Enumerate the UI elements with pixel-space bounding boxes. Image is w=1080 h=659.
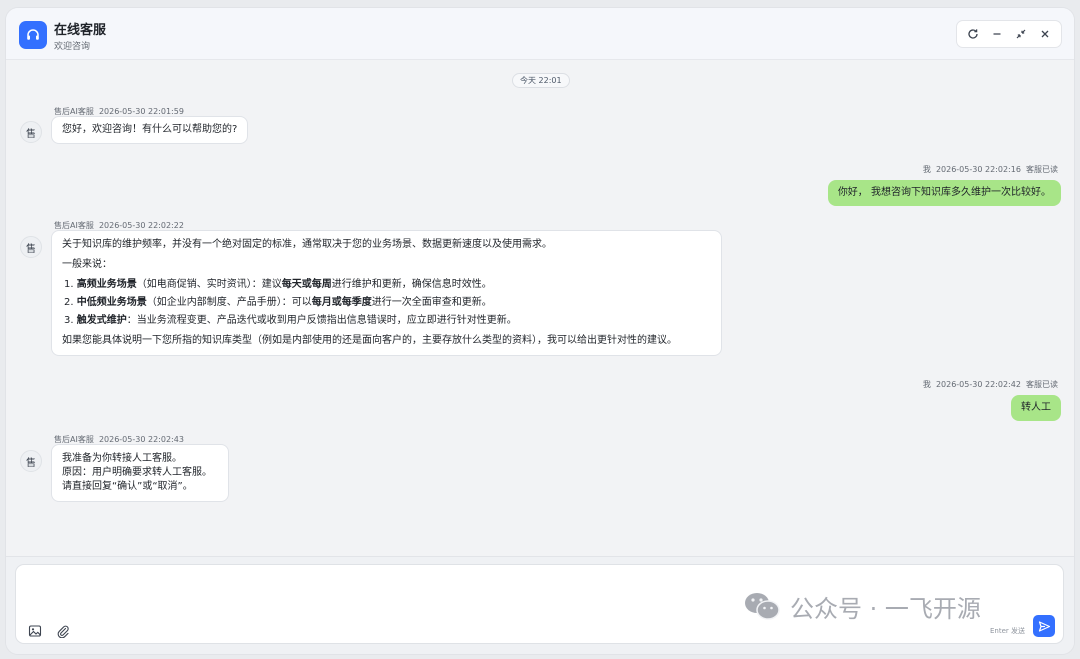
image-upload-button[interactable] <box>28 624 44 640</box>
message-time: 2026-05-30 22:02:16 <box>935 165 1021 174</box>
message-text: 一般来说： <box>62 259 112 270</box>
message-time: 2026-05-30 22:01:59 <box>98 107 184 116</box>
paperclip-icon <box>57 625 69 639</box>
send-icon <box>1038 620 1050 632</box>
incoming-message-bubble: 我准备为你转接人工客服。 原因：用户明确要求转人工客服。 请直接回复“确认”或“… <box>51 444 229 502</box>
outgoing-message-bubble: 转人工 <box>1011 395 1061 421</box>
sender-name: 售后AI客服 <box>54 221 94 230</box>
message-text: 原因：用户明确要求转人工客服。 <box>62 467 212 478</box>
read-status: 客服已读 <box>1026 165 1058 174</box>
message-time: 2026-05-30 22:02:43 <box>98 435 184 444</box>
list-item: 3. 触发式维护：当业务流程变更、产品迭代或收到用户反馈指出信息错误时，应立即进… <box>64 315 517 326</box>
message-text: 请直接回复“确认”或“取消”。 <box>62 481 193 492</box>
time-divider: 今天 22:01 <box>512 73 570 88</box>
sender-name: 售后AI客服 <box>54 435 94 444</box>
list-item: 1. 高频业务场景（如电商促销、实时资讯）：建议每天或每周进行维护和更新，确保信… <box>64 279 492 290</box>
window-header: 在线客服 欢迎咨询 <box>6 8 1074 60</box>
message-text: 你好， 我想咨询下知识库多久维护一次比较好。 <box>837 187 1051 198</box>
minus-icon <box>993 33 1001 35</box>
incoming-message-bubble: 您好，欢迎咨询！有什么可以帮助您的? <box>51 116 249 144</box>
close-icon <box>1041 30 1049 38</box>
chat-window: 在线客服 欢迎咨询 今天 22:01 售后AI客服 2026-05-30 22:… <box>6 8 1074 654</box>
avatar: 售 <box>20 236 42 258</box>
list-item: 2. 中低频业务场景（如企业内部制度、产品手册）：可以每月或每季度进行一次全面审… <box>64 297 492 308</box>
sender-name: 我 <box>922 165 931 174</box>
image-icon <box>28 625 42 637</box>
message-time: 2026-05-30 22:02:22 <box>98 221 184 230</box>
message-text: 如果您能具体说明一下您所指的知识库类型（例如是内部使用的还是面向客户的，主要存放… <box>62 335 677 346</box>
message-text: 您好，欢迎咨询！有什么可以帮助您的? <box>62 124 238 135</box>
page-title: 在线客服 <box>54 23 107 38</box>
incoming-message-bubble: 关于知识库的维护频率，并没有一个绝对固定的标准，通常取决于您的业务场景、数据更新… <box>51 230 722 356</box>
sender-name: 售后AI客服 <box>54 107 94 116</box>
refresh-button[interactable] <box>963 24 983 44</box>
wechat-icon <box>745 593 780 620</box>
message-text: 关于知识库的维护频率，并没有一个绝对固定的标准，通常取决于您的业务场景、数据更新… <box>62 239 552 250</box>
page-subtitle: 欢迎咨询 <box>54 42 91 52</box>
avatar: 售 <box>20 450 42 472</box>
minimize-button[interactable] <box>987 24 1007 44</box>
outgoing-message-bubble: 你好， 我想咨询下知识库多久维护一次比较好。 <box>827 180 1061 206</box>
message-meta: 我 2026-05-30 22:02:16 客服已读 <box>923 164 1058 175</box>
collapse-icon <box>1016 29 1026 39</box>
send-hint: Enter 发送 <box>989 627 1025 635</box>
headset-icon <box>19 21 47 49</box>
refresh-icon <box>968 29 978 39</box>
attach-file-button[interactable] <box>56 624 72 640</box>
sender-name: 我 <box>922 380 931 389</box>
watermark: 公众号 · 一飞开源 <box>742 588 981 624</box>
send-button[interactable] <box>1033 615 1055 637</box>
message-time: 2026-05-30 22:02:42 <box>935 380 1021 389</box>
avatar: 售 <box>20 121 42 143</box>
close-button[interactable] <box>1035 24 1055 44</box>
message-text: 转人工 <box>1021 402 1051 413</box>
window-controls <box>956 20 1062 48</box>
message-meta: 我 2026-05-30 22:02:42 客服已读 <box>923 379 1058 390</box>
watermark-text: 公众号 · 一飞开源 <box>790 594 981 623</box>
collapse-button[interactable] <box>1011 24 1031 44</box>
read-status: 客服已读 <box>1026 380 1058 389</box>
message-text: 我准备为你转接人工客服。 <box>62 453 182 464</box>
suggestion-list: 1. 高频业务场景（如电商促销、实时资讯）：建议每天或每周进行维护和更新，确保信… <box>64 278 711 328</box>
message-list[interactable]: 今天 22:01 售后AI客服 2026-05-30 22:01:59 售 您好… <box>6 60 1074 556</box>
